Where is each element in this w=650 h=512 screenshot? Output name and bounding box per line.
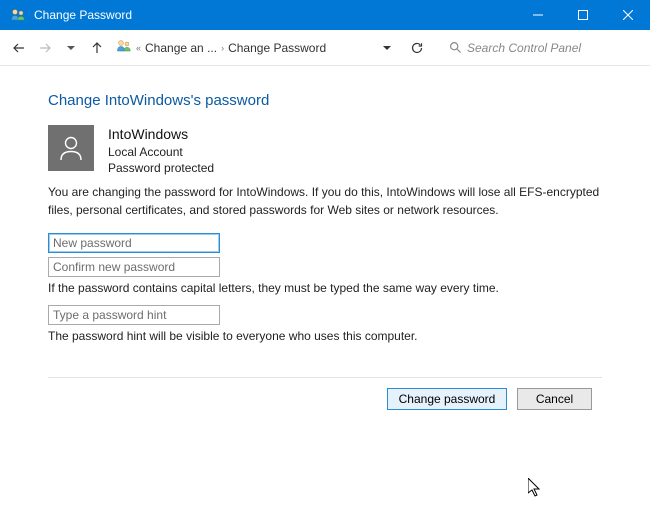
up-button[interactable] — [86, 37, 108, 59]
warning-text: You are changing the password for IntoWi… — [48, 184, 602, 219]
close-button[interactable] — [605, 0, 650, 30]
confirm-password-field[interactable] — [48, 257, 220, 277]
back-button[interactable] — [8, 37, 30, 59]
user-summary: IntoWindows Local Account Password prote… — [48, 125, 602, 176]
minimize-button[interactable] — [515, 0, 560, 30]
cursor-icon — [528, 478, 542, 498]
search-box[interactable] — [442, 36, 642, 60]
search-input[interactable] — [467, 41, 627, 55]
breadcrumb-segment[interactable]: Change an ... — [145, 41, 217, 55]
search-icon — [443, 41, 467, 54]
account-status: Password protected — [108, 160, 214, 176]
cancel-button[interactable]: Cancel — [517, 388, 592, 410]
password-hint-field[interactable] — [48, 305, 220, 325]
button-row: Change password Cancel — [48, 378, 602, 410]
change-password-button[interactable]: Change password — [387, 388, 507, 410]
avatar — [48, 125, 94, 171]
breadcrumb-dropdown[interactable] — [376, 37, 398, 59]
user-accounts-icon — [8, 5, 28, 25]
user-accounts-icon — [116, 38, 132, 57]
breadcrumb[interactable]: « Change an ... › Change Password — [116, 38, 372, 57]
nav-row: « Change an ... › Change Password — [0, 30, 650, 66]
refresh-button[interactable] — [406, 37, 428, 59]
content-area: Change IntoWindows's password IntoWindow… — [0, 66, 650, 410]
recent-dropdown[interactable] — [60, 37, 82, 59]
account-type: Local Account — [108, 144, 214, 160]
chevron-left-icon: « — [136, 43, 141, 53]
maximize-button[interactable] — [560, 0, 605, 30]
window-title: Change Password — [34, 8, 515, 22]
caps-note: If the password contains capital letters… — [48, 281, 602, 295]
titlebar: Change Password — [0, 0, 650, 30]
forward-button[interactable] — [34, 37, 56, 59]
account-name: IntoWindows — [108, 125, 214, 144]
breadcrumb-segment[interactable]: Change Password — [228, 41, 326, 55]
chevron-right-icon: › — [221, 43, 224, 53]
page-heading: Change IntoWindows's password — [48, 92, 602, 109]
new-password-field[interactable] — [48, 233, 220, 253]
hint-note: The password hint will be visible to eve… — [48, 329, 602, 343]
